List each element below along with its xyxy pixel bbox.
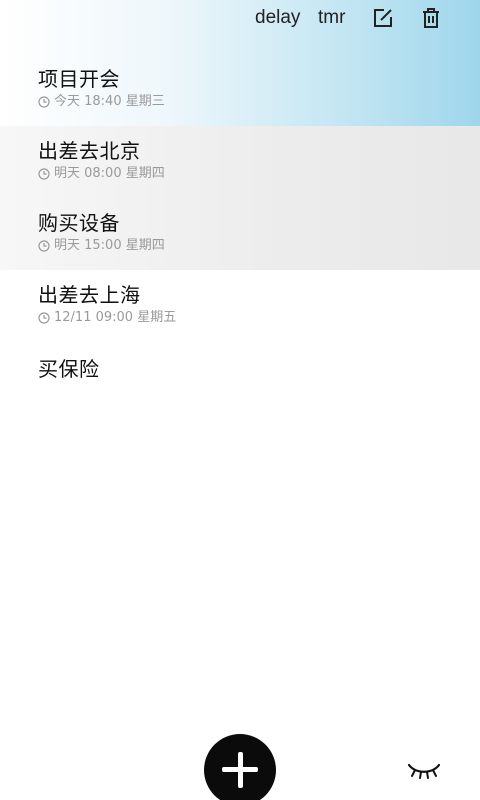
task-meta: 今天 18:40 星期三 — [38, 93, 480, 111]
trash-icon[interactable] — [420, 7, 442, 29]
task-title: 出差去上海 — [38, 283, 141, 307]
task-meta: 12/11 09:00 星期五 — [38, 309, 480, 327]
task-item[interactable]: 出差去北京 明天 08:00 星期四 — [0, 126, 480, 198]
tomorrow-button[interactable]: tmr — [318, 0, 345, 36]
task-title: 买保险 — [38, 357, 100, 381]
closed-eye-icon[interactable] — [406, 756, 442, 782]
task-time: 12/11 09:00 星期五 — [54, 310, 177, 325]
task-item[interactable]: 项目开会 今天 18:40 星期三 — [0, 54, 480, 126]
task-item[interactable]: 购买设备 明天 15:00 星期四 — [0, 198, 480, 270]
clock-icon — [38, 312, 50, 324]
add-task-button[interactable] — [204, 734, 276, 800]
task-meta: 明天 15:00 星期四 — [38, 237, 480, 255]
clock-icon — [38, 96, 50, 108]
plus-icon — [237, 752, 243, 788]
task-title: 出差去北京 — [38, 139, 141, 163]
task-time: 今天 18:40 星期三 — [54, 94, 165, 109]
task-item[interactable]: 买保险 — [0, 342, 480, 414]
task-time: 明天 15:00 星期四 — [54, 238, 165, 253]
task-title: 购买设备 — [38, 211, 120, 235]
task-item[interactable]: 出差去上海 12/11 09:00 星期五 — [0, 270, 480, 342]
delay-button[interactable]: delay — [255, 0, 300, 36]
clock-icon — [38, 168, 50, 180]
edit-icon[interactable] — [372, 7, 394, 29]
task-meta: 明天 08:00 星期四 — [38, 165, 480, 183]
task-list: 项目开会 今天 18:40 星期三 出差去北京 明天 08:00 星期四 购买设… — [0, 54, 480, 414]
task-title: 项目开会 — [38, 67, 120, 91]
todo-app: delay tmr 项目开会 今天 18:40 星期三 出差去北京 明天 08:… — [0, 0, 480, 800]
clock-icon — [38, 240, 50, 252]
task-time: 明天 08:00 星期四 — [54, 166, 165, 181]
